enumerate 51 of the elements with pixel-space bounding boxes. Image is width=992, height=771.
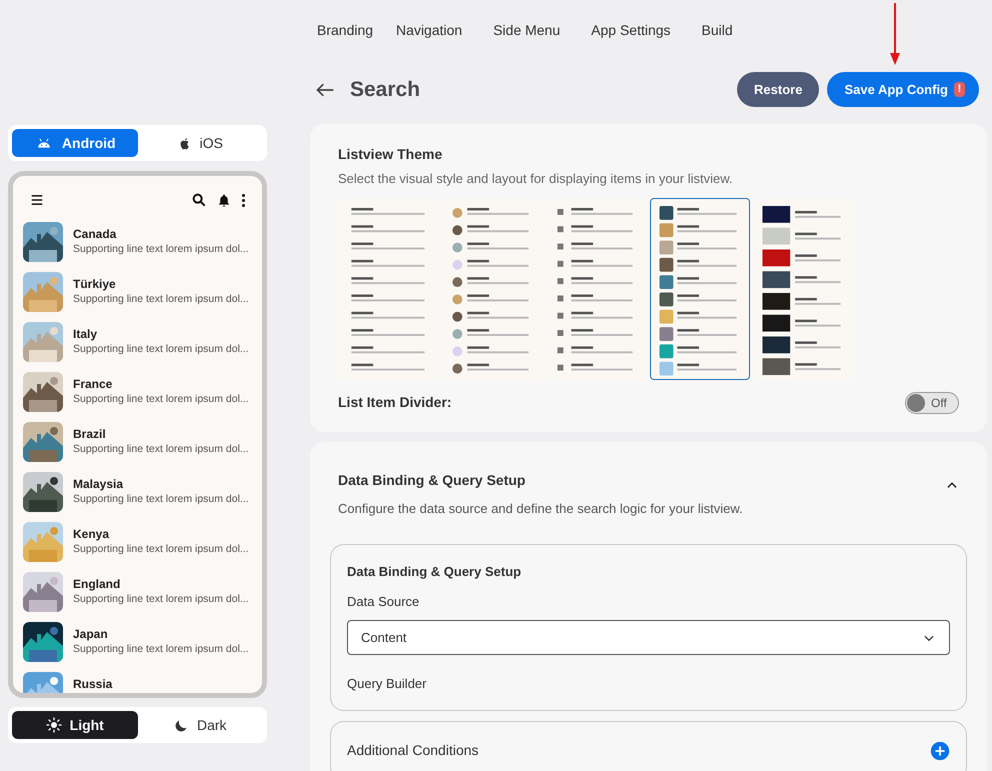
nav-link[interactable]: Side Menu <box>493 20 560 40</box>
section-description: Configure the data source and define the search logic for your listview. <box>338 500 743 518</box>
add-icon <box>930 740 950 760</box>
data-source-dropdown[interactable]: Content <box>347 620 950 655</box>
nav-link[interactable]: Branding <box>317 20 374 40</box>
item-title: Russia <box>73 677 112 692</box>
item-title: Japan <box>73 627 109 642</box>
panel-title: Additional Conditions <box>347 741 480 760</box>
item-subtitle: Supporting line text lorem ipsum dol... <box>73 292 249 306</box>
item-subtitle: Supporting line text lorem ipsum dol... <box>73 592 249 606</box>
platform-tab[interactable]: iOS <box>138 129 263 157</box>
item-subtitle: Supporting line text lorem ipsum dol... <box>73 342 249 356</box>
item-title: Malaysia <box>73 477 124 492</box>
section-title: Listview Theme <box>338 145 444 164</box>
divider-toggle[interactable]: Off <box>905 392 959 414</box>
item-title: England <box>73 577 122 592</box>
item-title: Türkiye <box>73 277 117 292</box>
page-title: Search <box>350 76 420 103</box>
item-title: France <box>73 377 114 392</box>
alert-badge: ! <box>954 82 965 97</box>
bell-icon <box>217 192 231 208</box>
panel-title: Data Binding & Query Setup <box>347 563 522 581</box>
item-subtitle: Supporting line text lorem ipsum dol... <box>73 242 249 256</box>
item-title: Kenya <box>73 527 110 542</box>
sun-icon <box>46 717 62 733</box>
section-description: Select the visual style and layout for displaying items in your listview. <box>338 170 734 188</box>
mode-tab[interactable]: Light <box>12 711 138 739</box>
restore-button[interactable]: Restore <box>737 72 820 107</box>
item-subtitle: Supporting line text lorem ipsum dol... <box>73 442 249 456</box>
save-button[interactable]: Save App Config ! <box>827 72 979 107</box>
section-title: Data Binding & Query Setup <box>338 470 526 490</box>
menu-icon <box>29 193 45 207</box>
item-subtitle: Supporting line text lorem ipsum dol... <box>73 392 249 406</box>
item-subtitle: Supporting line text lorem ipsum dol... <box>73 642 249 656</box>
theme-preview[interactable] <box>650 198 750 380</box>
item-title: Italy <box>73 327 98 342</box>
item-title: Canada <box>73 227 118 242</box>
platform-tab[interactable]: Android <box>12 129 138 157</box>
item-title: Brazil <box>73 427 107 442</box>
field-label: Query Builder <box>347 675 428 693</box>
field-label: Data Source <box>347 592 420 610</box>
search-icon <box>191 192 207 208</box>
more-icon <box>241 192 246 208</box>
mode-tab[interactable]: Dark <box>138 711 263 739</box>
item-subtitle: Supporting line text lorem ipsum dol... <box>73 492 249 506</box>
nav-link[interactable]: Navigation <box>396 20 462 40</box>
item-subtitle: Supporting line text lorem ipsum dol... <box>73 542 249 556</box>
nav-link[interactable]: Build <box>702 20 733 40</box>
nav-link[interactable]: App Settings <box>591 20 671 40</box>
field-label: List Item Divider: <box>338 393 452 412</box>
down-arrow-icon <box>889 3 901 67</box>
